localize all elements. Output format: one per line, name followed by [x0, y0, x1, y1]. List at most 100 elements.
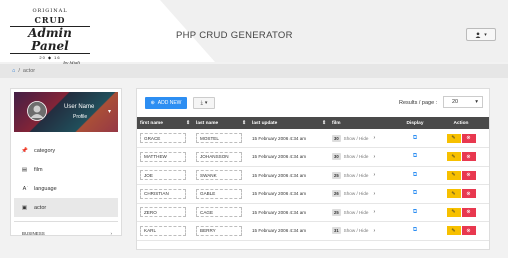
- plus-circle-icon: ⊕: [150, 100, 155, 106]
- close-circle-icon: ⊗: [466, 172, 471, 179]
- last-update-cell: 15 February 2006 4:34 am: [252, 172, 307, 178]
- film-count-badge: 31: [332, 227, 341, 235]
- delete-button[interactable]: ⊗: [461, 189, 476, 199]
- chevron-right-icon[interactable]: ›: [373, 154, 375, 160]
- sidebar-item-actor[interactable]: ▣ actor: [14, 198, 118, 217]
- film-icon: ▤: [21, 166, 28, 173]
- delete-button[interactable]: ⊗: [461, 133, 476, 143]
- edit-button[interactable]: ✎: [446, 207, 461, 217]
- document-icon: ▣: [21, 204, 28, 211]
- add-new-button[interactable]: ⊕ ADD NEW: [145, 97, 187, 109]
- records-table: first name ⇕ last name ⇕ last update ⇕ film…: [137, 117, 489, 241]
- column-header-first-name[interactable]: first name ⇕: [137, 117, 193, 129]
- table-row: KARL BERRY 15 February 2006 4:34 am 31 S…: [137, 222, 489, 240]
- avatar: [27, 101, 47, 121]
- sidebar-item-language[interactable]: A͘ language: [14, 179, 118, 198]
- top-header: ORIGINAL CRUD Admin Panel 20 ◆ 16 by Mig…: [0, 0, 508, 65]
- sidebar-item-film[interactable]: ▤ film: [14, 160, 118, 179]
- chevron-down-icon: ▾: [475, 99, 478, 105]
- last-name-value: GABLE: [200, 191, 216, 197]
- edit-button[interactable]: ✎: [446, 170, 461, 180]
- edit-button[interactable]: ✎: [446, 133, 461, 143]
- column-header-last-name[interactable]: last name ⇕: [193, 117, 249, 129]
- sort-icon: ⇕: [241, 120, 246, 126]
- external-link-icon[interactable]: ⧉: [413, 209, 417, 215]
- film-cell: 31 Show / Hide ›: [332, 227, 396, 235]
- breadcrumb-separator: /: [18, 68, 20, 74]
- last-name-cell[interactable]: SWANK: [196, 170, 242, 181]
- external-link-icon[interactable]: ⧉: [413, 227, 417, 233]
- show-hide-toggle[interactable]: Show / Hide: [344, 136, 369, 141]
- first-name-cell[interactable]: ZERO: [140, 207, 186, 218]
- first-name-cell[interactable]: KARL: [140, 225, 186, 236]
- last-name-value: JOHANSSON: [200, 154, 229, 160]
- first-name-cell[interactable]: JOE: [140, 170, 186, 181]
- sidebar-section-business[interactable]: BUSINESS ›: [14, 226, 118, 240]
- delete-button[interactable]: ⊗: [461, 170, 476, 180]
- delete-button[interactable]: ⊗: [461, 207, 476, 217]
- last-name-cell[interactable]: CAGE: [196, 207, 242, 218]
- pencil-icon: ✎: [451, 153, 456, 160]
- edit-button[interactable]: ✎: [446, 189, 461, 199]
- pencil-icon: ✎: [451, 227, 456, 234]
- home-icon[interactable]: ⌂: [12, 68, 15, 74]
- results-per-page-select[interactable]: 20 ▾: [443, 96, 483, 108]
- film-count-badge: 26: [332, 190, 341, 198]
- export-button[interactable]: ⤓ ▾: [193, 97, 215, 109]
- breadcrumb-current: actor: [22, 68, 36, 74]
- sidebar-item-category[interactable]: 📌 category: [14, 141, 118, 160]
- last-update-cell: 15 February 2006 4:34 am: [252, 191, 307, 197]
- sort-icon: ⇕: [321, 120, 326, 126]
- show-hide-toggle[interactable]: Show / Hide: [344, 191, 369, 196]
- show-hide-toggle[interactable]: Show / Hide: [344, 173, 369, 178]
- first-name-value: GRACE: [144, 135, 161, 141]
- last-name-cell[interactable]: BERRY: [196, 225, 242, 236]
- first-name-value: KARL: [144, 228, 157, 234]
- user-menu-button[interactable]: ▾: [466, 28, 496, 41]
- edit-button[interactable]: ✎: [446, 152, 461, 162]
- close-circle-icon: ⊗: [466, 209, 471, 216]
- chevron-right-icon[interactable]: ›: [373, 172, 375, 178]
- last-name-cell[interactable]: MOSTEL: [196, 133, 242, 143]
- sidebar: User Name Profile ▾ 📌 category ▤ film A͘…: [10, 88, 122, 236]
- external-link-icon[interactable]: ⧉: [413, 190, 417, 196]
- chevron-right-icon[interactable]: ›: [373, 135, 375, 141]
- show-hide-toggle[interactable]: Show / Hide: [344, 210, 369, 215]
- delete-button[interactable]: ⊗: [461, 152, 476, 162]
- first-name-value: ZERO: [144, 209, 157, 215]
- column-header-display: Display: [406, 120, 424, 126]
- logo-line-crud: CRUD: [34, 15, 66, 25]
- first-name-cell[interactable]: GRACE: [140, 133, 186, 143]
- edit-button[interactable]: ✎: [446, 226, 461, 236]
- chevron-down-icon: ▾: [204, 100, 208, 106]
- breadcrumb: ⌂ / actor: [0, 64, 508, 78]
- download-icon: ⤓: [200, 100, 203, 106]
- chevron-right-icon[interactable]: ›: [373, 191, 375, 197]
- last-name-value: BERRY: [200, 228, 216, 234]
- table-row: MATTHEW JOHANSSON 15 February 2006 4:34 …: [137, 148, 489, 166]
- first-name-cell[interactable]: MATTHEW: [140, 151, 186, 162]
- external-link-icon[interactable]: ⧉: [413, 172, 417, 178]
- profile-card[interactable]: User Name Profile ▾: [14, 92, 118, 132]
- last-name-cell[interactable]: GABLE: [196, 188, 242, 199]
- chevron-down-icon[interactable]: ▾: [108, 108, 111, 115]
- app-logo[interactable]: ORIGINAL CRUD Admin Panel 20 ◆ 16 by Mig…: [10, 8, 90, 65]
- external-link-icon[interactable]: ⧉: [413, 135, 417, 141]
- row-actions: ✎ ⊗: [434, 189, 488, 199]
- first-name-value: MATTHEW: [144, 154, 167, 160]
- chevron-right-icon[interactable]: ›: [373, 209, 375, 215]
- column-header-last-update[interactable]: last update ⇕: [249, 117, 329, 129]
- chevron-right-icon[interactable]: ›: [373, 228, 375, 234]
- last-name-cell[interactable]: JOHANSSON: [196, 151, 242, 162]
- show-hide-toggle[interactable]: Show / Hide: [344, 228, 369, 233]
- show-hide-toggle[interactable]: Show / Hide: [344, 154, 369, 159]
- first-name-value: JOE: [144, 172, 153, 178]
- row-actions: ✎ ⊗: [434, 170, 488, 180]
- delete-button[interactable]: ⊗: [461, 226, 476, 236]
- add-new-label: ADD NEW: [157, 100, 182, 106]
- column-header-film: film: [332, 120, 341, 126]
- chevron-right-icon: ›: [110, 230, 113, 236]
- external-link-icon[interactable]: ⧉: [413, 153, 417, 159]
- first-name-cell[interactable]: CHRISTIAN: [140, 188, 186, 199]
- logo-line-admin-panel: Admin Panel: [10, 26, 90, 54]
